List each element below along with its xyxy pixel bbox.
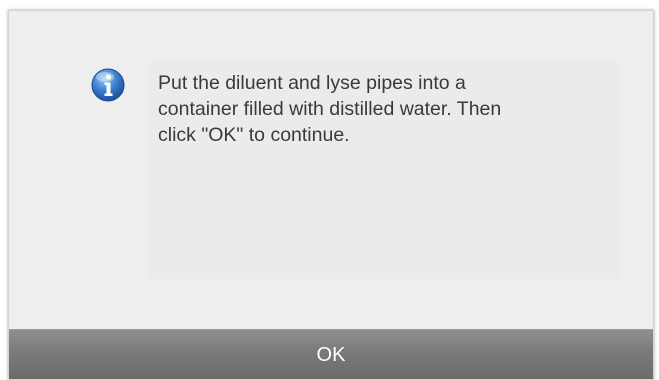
ok-button[interactable]: OK xyxy=(9,329,653,379)
message-line: click "OK" to continue. xyxy=(158,124,350,146)
info-dialog: Put the diluent and lyse pipes into a co… xyxy=(8,10,654,380)
message-area: Put the diluent and lyse pipes into a co… xyxy=(9,11,653,329)
message-line: Put the diluent and lyse pipes into a xyxy=(158,72,466,94)
message-text: Put the diluent and lyse pipes into a co… xyxy=(158,70,618,148)
info-icon xyxy=(91,68,125,102)
message-line: container filled with distilled water. T… xyxy=(158,98,502,120)
